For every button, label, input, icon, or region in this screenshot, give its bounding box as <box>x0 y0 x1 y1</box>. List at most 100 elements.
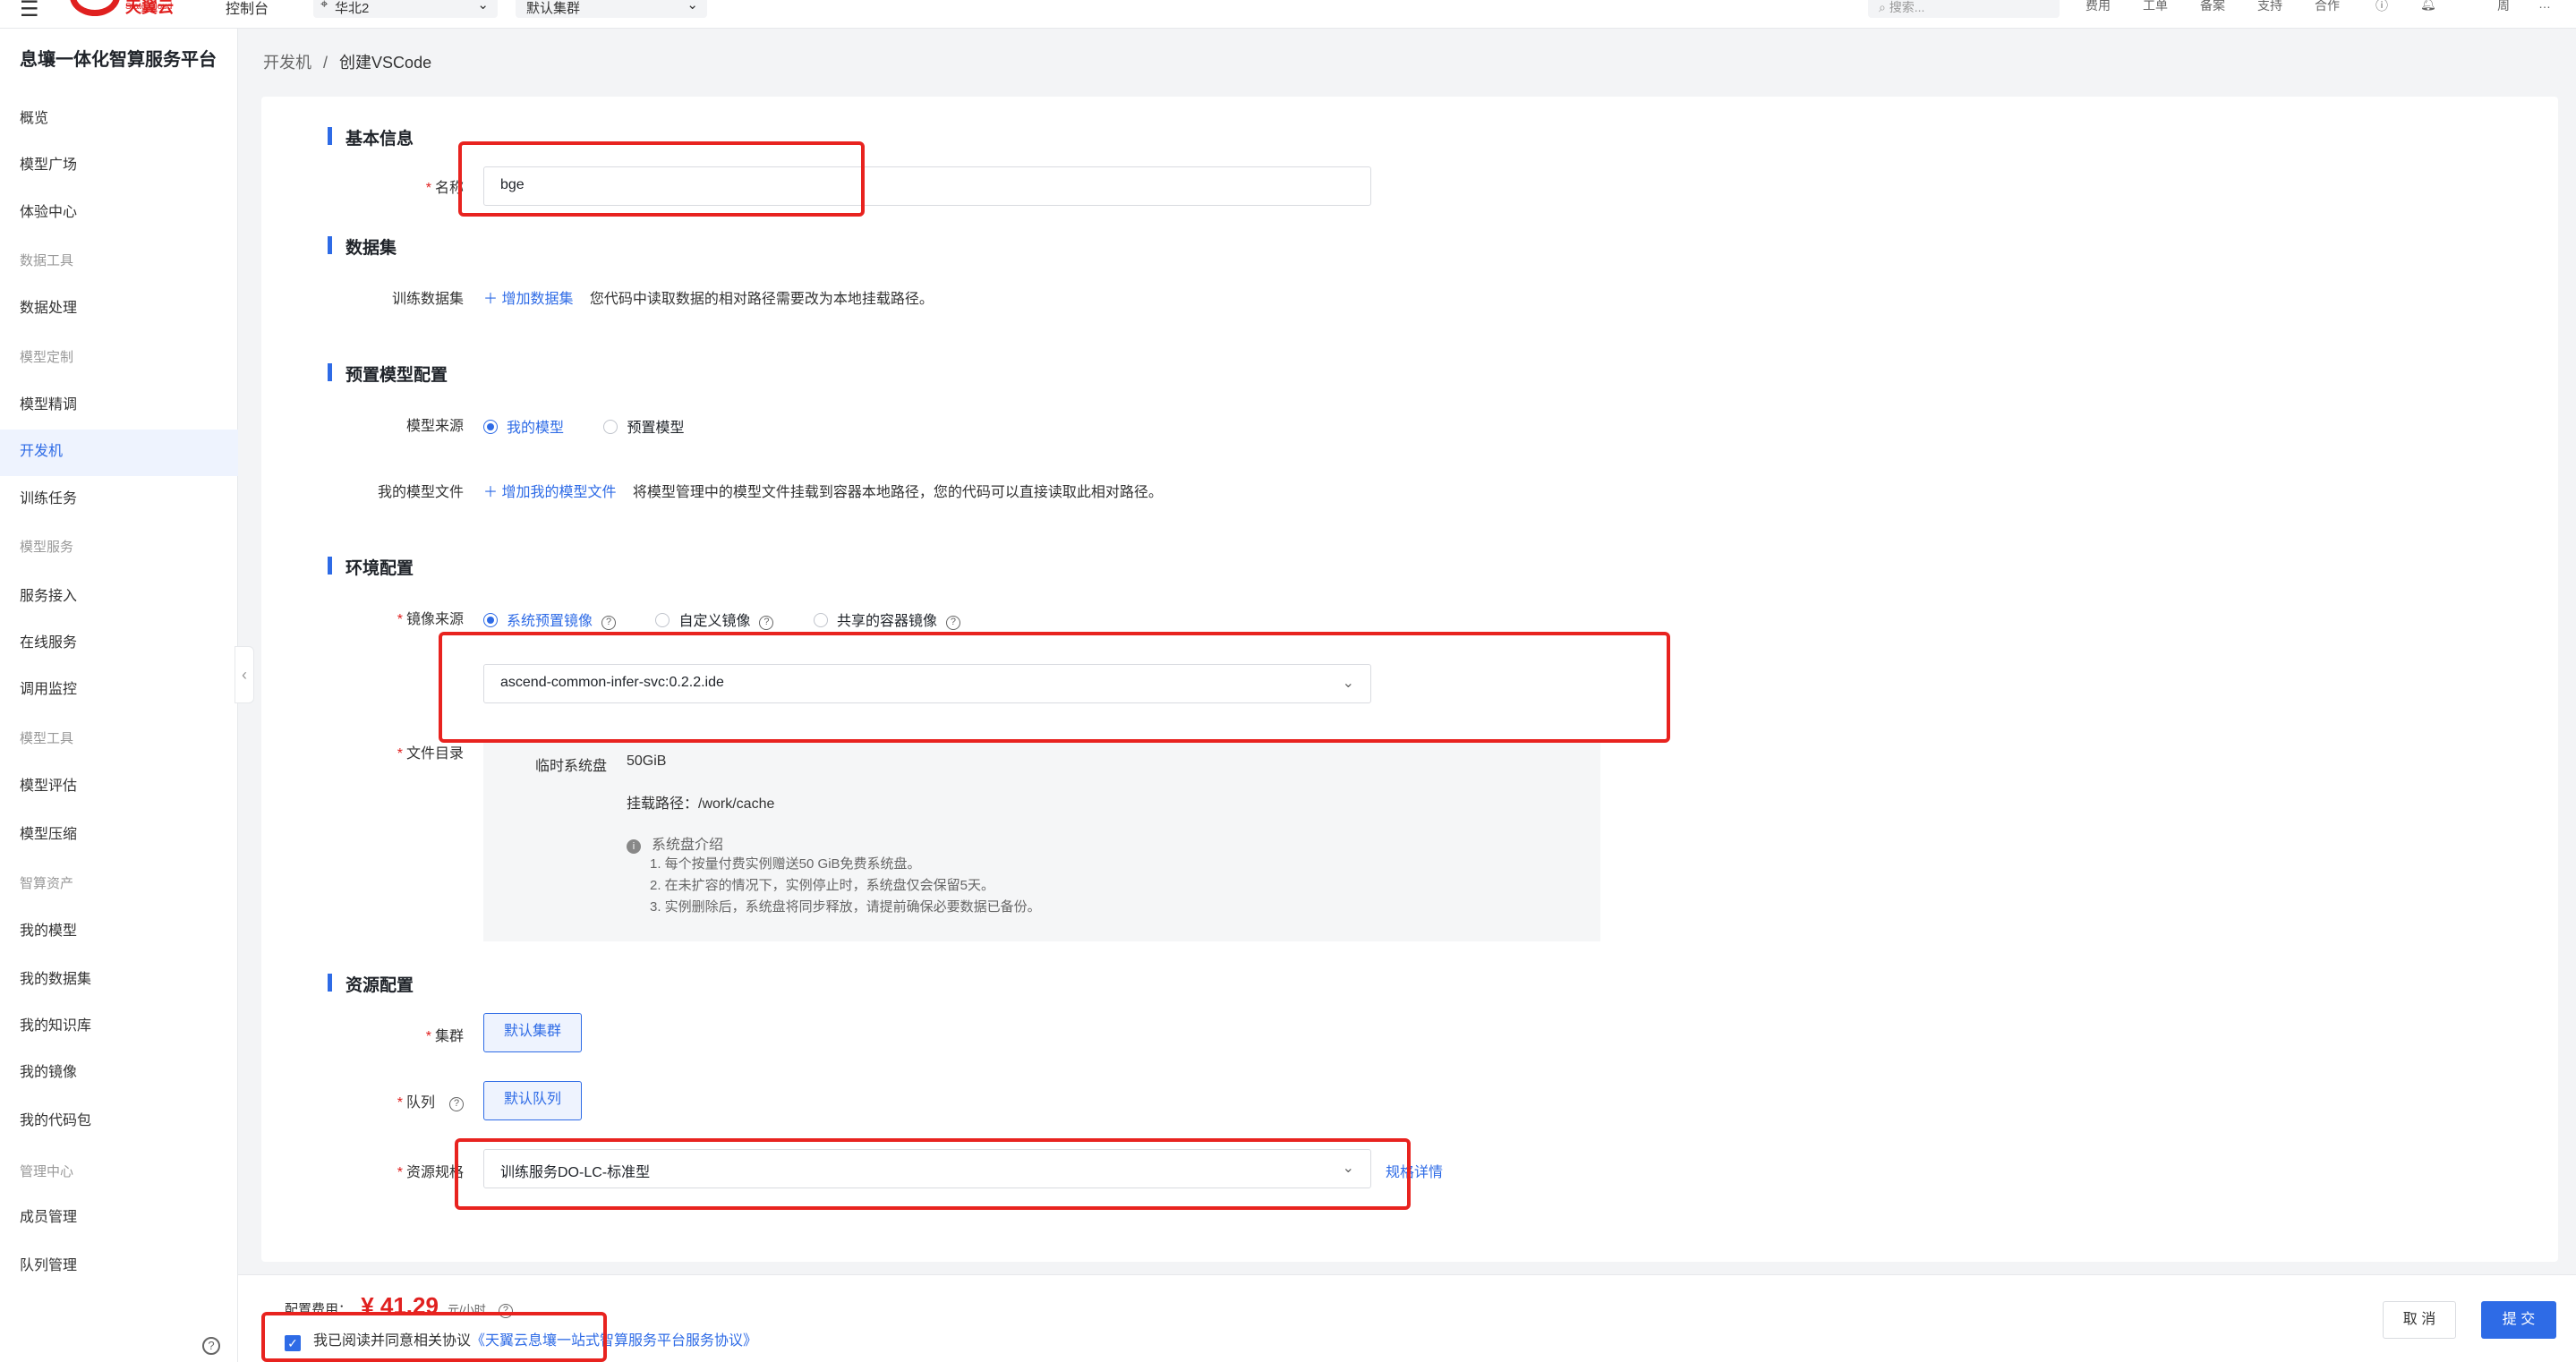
sidebar-item[interactable]: 训练任务 <box>20 486 77 507</box>
top-bar: ☰ 天翼云 State Cloud 控制台 ⌖ 华北2 ⌄ 默认集群 ⌄ ⌕ 搜… <box>0 0 2576 29</box>
user-menu[interactable]: 周 <box>2497 0 2510 14</box>
help-icon[interactable]: ⓘ <box>2376 0 2388 14</box>
sidebar-collapse-button[interactable]: ‹ <box>235 646 254 703</box>
chevron-down-icon: ⌄ <box>477 0 489 13</box>
model-files-row: ＋ 增加我的模型文件 将模型管理中的模型文件挂载到容器本地路径，您的代码可以直接… <box>483 480 1163 501</box>
highlight-box <box>458 141 865 217</box>
question-icon[interactable]: ? <box>945 616 960 630</box>
topbar-link-tickets[interactable]: 工单 <box>2143 0 2168 14</box>
search-placeholder: 搜索... <box>1889 0 1925 14</box>
image-source-label: * 镜像来源 <box>397 612 464 627</box>
section-dataset: 数据集 <box>328 234 397 259</box>
resource-spec-label: * 资源规格 <box>397 1165 464 1180</box>
location-pin-icon: ⌖ <box>320 0 328 12</box>
cluster-value: 默认集群 <box>526 1 581 16</box>
sidebar-item[interactable]: 概览 <box>20 106 48 127</box>
sidebar-item[interactable]: 调用监控 <box>20 677 77 698</box>
sidebar-group-label: 管理中心 <box>20 1164 74 1179</box>
section-preset-model: 预置模型配置 <box>328 362 448 386</box>
plus-icon: ＋ <box>483 292 502 307</box>
sidebar-item[interactable]: 模型评估 <box>20 773 77 795</box>
logo-icon <box>70 0 120 16</box>
sidebar-item[interactable]: 成员管理 <box>20 1205 77 1226</box>
sidebar-item[interactable]: 我的数据集 <box>20 966 91 988</box>
sidebar-item[interactable]: 在线服务 <box>20 630 77 651</box>
radio-my-model[interactable]: 我的模型 <box>483 420 564 436</box>
section-basic-info: 基本信息 <box>328 125 414 149</box>
training-dataset-label: 训练数据集 <box>391 292 464 307</box>
dataset-row: ＋ 增加数据集 您代码中读取数据的相对路径需要改为本地挂载路径。 <box>483 286 934 308</box>
question-icon[interactable]: ? <box>449 1097 464 1111</box>
help-icon[interactable]: ? <box>202 1337 220 1355</box>
sidebar-item[interactable]: 开发机 <box>20 438 63 460</box>
disk-intro-line: 3. 实例删除后，系统盘将同步释放，请提前确保必要数据已备份。 <box>650 899 1041 915</box>
breadcrumb-parent[interactable]: 开发机 <box>263 54 311 72</box>
sidebar-item[interactable]: 我的代码包 <box>20 1108 91 1129</box>
radio-system-image[interactable]: 系统预置镜像 <box>483 613 593 629</box>
mount-path: 挂载路径：/work/cache <box>627 796 775 812</box>
plus-icon: ＋ <box>483 485 502 500</box>
sidebar-item[interactable]: 我的知识库 <box>20 1013 91 1034</box>
topbar-link-fees[interactable]: 费用 <box>2086 0 2111 14</box>
highlight-box <box>455 1138 1411 1210</box>
dataset-hint: 您代码中读取数据的相对路径需要改为本地挂载路径。 <box>589 292 934 307</box>
cluster-select[interactable]: 默认集群 ⌄ <box>516 0 707 18</box>
cluster-label: * 集群 <box>425 1029 464 1044</box>
sidebar-item[interactable]: 队列管理 <box>20 1253 77 1274</box>
topbar-link-filing[interactable]: 备案 <box>2200 0 2225 14</box>
file-dir-label: * 文件目录 <box>397 746 464 762</box>
sidebar-item[interactable]: 模型压缩 <box>20 821 77 843</box>
disk-intro-title: i 系统盘介绍 <box>627 832 723 854</box>
question-icon[interactable]: ? <box>759 616 774 630</box>
disk-intro-line: 2. 在未扩容的情况下，实例停止时，系统盘仅会保留5天。 <box>650 878 995 893</box>
console-link[interactable]: 控制台 <box>226 0 269 18</box>
model-source-label: 模型来源 <box>405 419 464 434</box>
logo-subtext: State Cloud <box>125 2 173 12</box>
submit-button[interactable]: 提 交 <box>2481 1301 2556 1339</box>
sidebar: 息壤一体化智算服务平台 概览模型广场体验中心数据工具数据处理模型定制模型精调开发… <box>0 29 254 1362</box>
radio-custom-image[interactable]: 自定义镜像 <box>655 613 750 629</box>
temp-disk-size: 50GiB <box>627 753 667 769</box>
sidebar-item[interactable]: 我的模型 <box>20 918 77 940</box>
chevron-down-icon: ⌄ <box>687 0 698 13</box>
queue-option-default[interactable]: 默认队列 <box>483 1081 582 1120</box>
my-model-files-label: 我的模型文件 <box>377 485 464 500</box>
temp-disk-label: 临时系统盘 <box>535 759 608 774</box>
breadcrumb-separator: / <box>323 54 328 72</box>
bell-icon[interactable]: 🔔︎ <box>2420 0 2436 12</box>
sidebar-group-label: 模型定制 <box>20 350 74 365</box>
topbar-link-partner[interactable]: 合作 <box>2315 0 2340 14</box>
region-select[interactable]: ⌖ 华北2 ⌄ <box>313 0 498 18</box>
breadcrumb-current: 创建VSCode <box>339 54 432 72</box>
model-source-radio-group: 我的模型 预置模型 <box>483 415 684 437</box>
question-icon[interactable]: ? <box>601 616 617 630</box>
sidebar-item[interactable]: 模型广场 <box>20 152 77 174</box>
add-model-file-link[interactable]: 增加我的模型文件 <box>501 485 616 500</box>
radio-shared-image[interactable]: 共享的容器镜像 <box>813 613 937 629</box>
sidebar-item[interactable]: 体验中心 <box>20 200 77 221</box>
cluster-option-default[interactable]: 默认集群 <box>483 1013 582 1052</box>
section-environment: 环境配置 <box>328 555 414 579</box>
disk-intro-line: 1. 每个按量付费实例赠送50 GiB免费系统盘。 <box>650 856 921 872</box>
breadcrumb: 开发机 / 创建VSCode <box>263 50 431 73</box>
sidebar-group-label: 数据工具 <box>20 253 74 268</box>
highlight-box <box>439 632 1670 743</box>
menu-icon[interactable]: ☰ <box>20 0 39 22</box>
region-value: 华北2 <box>335 1 370 16</box>
sidebar-item[interactable]: 我的镜像 <box>20 1060 77 1081</box>
topbar-link-support[interactable]: 支持 <box>2257 0 2282 14</box>
sidebar-item[interactable]: 数据处理 <box>20 295 77 317</box>
sidebar-group-label: 智算资产 <box>20 876 74 891</box>
search-icon: ⌕ <box>1879 0 1889 14</box>
sidebar-item[interactable]: 服务接入 <box>20 583 77 605</box>
image-source-radio-group: 系统预置镜像? 自定义镜像? 共享的容器镜像? <box>483 609 960 630</box>
add-dataset-link[interactable]: 增加数据集 <box>501 292 573 307</box>
platform-title: 息壤一体化智算服务平台 <box>20 50 217 70</box>
more-menu[interactable]: … <box>2538 0 2551 11</box>
section-resource: 资源配置 <box>328 972 414 996</box>
sidebar-item[interactable]: 模型精调 <box>20 392 77 413</box>
radio-preset-model[interactable]: 预置模型 <box>603 420 684 436</box>
search-input[interactable]: ⌕ 搜索... <box>1868 0 2060 18</box>
cancel-button[interactable]: 取 消 <box>2383 1301 2456 1339</box>
sidebar-group-label: 模型工具 <box>20 731 74 746</box>
